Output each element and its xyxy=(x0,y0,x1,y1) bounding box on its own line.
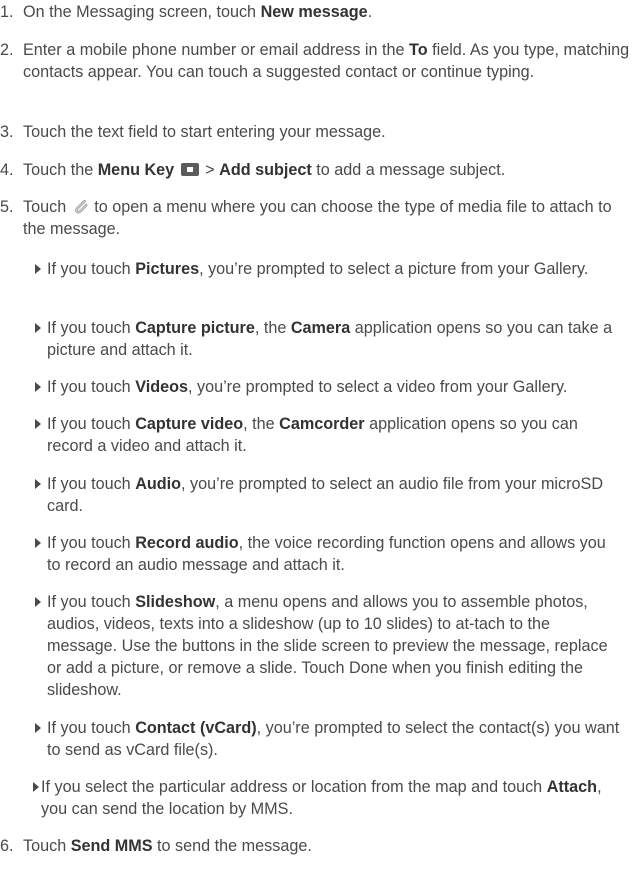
bullet-videos: If you touch Videos, you’re prompted to … xyxy=(0,376,620,398)
bullet-audio: If you touch Audio, you’re prompted to s… xyxy=(0,473,620,517)
pictures-label: Pictures xyxy=(135,260,200,278)
new-message-label: New message xyxy=(260,3,368,21)
bullet-text: If you touch Audio, you’re prompted to s… xyxy=(47,475,604,515)
attach-label: Attach xyxy=(546,778,598,796)
bullet-record-audio: If you touch Record audio, the voice rec… xyxy=(0,532,620,576)
step-1: 1. On the Messaging screen, touch New me… xyxy=(0,1,634,23)
step-number: 1. xyxy=(0,3,14,21)
bullet-text: If you touch Pictures, you’re prompted t… xyxy=(47,260,589,278)
bullet-arrow-icon xyxy=(35,264,41,274)
step-2: 2. Enter a mobile phone number or email … xyxy=(0,39,634,83)
bullet-capture-picture: If you touch Capture picture, the Camera… xyxy=(0,317,620,361)
bullet-arrow-icon xyxy=(35,382,41,392)
bullet-arrow-icon xyxy=(35,538,41,548)
step-text: Touch Send MMS to send the message. xyxy=(23,837,312,855)
bullet-arrow-icon xyxy=(35,597,41,607)
send-mms-label: Send MMS xyxy=(70,837,153,855)
bullet-arrow-icon xyxy=(33,782,39,792)
step-number: 6. xyxy=(0,837,14,855)
slideshow-label: Slideshow xyxy=(135,593,216,611)
step-text: Enter a mobile phone number or email add… xyxy=(23,41,630,81)
step-5: 5. Touch to open a menu where you can ch… xyxy=(0,196,634,240)
bullet-arrow-icon xyxy=(35,419,41,429)
camcorder-label: Camcorder xyxy=(279,415,365,433)
bullet-capture-video: If you touch Capture video, the Camcorde… xyxy=(0,413,620,457)
step-4: 4. Touch the Menu Key > Add subject to a… xyxy=(0,159,634,181)
add-subject-label: Add subject xyxy=(219,161,312,179)
bullet-contact-vcard: If you touch Contact (vCard), you’re pro… xyxy=(0,717,620,761)
bullet-slideshow: If you touch Slideshow, a menu opens and… xyxy=(0,591,620,701)
bullet-pictures: If you touch Pictures, you’re prompted t… xyxy=(0,258,620,280)
step-text: Touch to open a menu where you can choos… xyxy=(23,198,612,238)
contact-vcard-label: Contact (vCard) xyxy=(135,719,257,737)
step-6: 6. Touch Send MMS to send the message. xyxy=(0,835,634,857)
videos-label: Videos xyxy=(135,378,188,396)
step-number: 4. xyxy=(0,161,14,179)
step-text: Touch the text field to start entering y… xyxy=(23,123,386,141)
step-number: 3. xyxy=(0,123,14,141)
paperclip-icon xyxy=(74,199,88,214)
bullet-arrow-icon xyxy=(35,723,41,733)
bullet-text: If you touch Contact (vCard), you’re pro… xyxy=(47,719,620,759)
menu-key-icon xyxy=(180,163,199,176)
to-field-label: To xyxy=(409,41,428,59)
instruction-page: 1. On the Messaging screen, touch New me… xyxy=(0,0,638,877)
menu-key-label: Menu Key xyxy=(97,161,175,179)
bullet-text: If you touch Record audio, the voice rec… xyxy=(47,534,606,574)
step-text: On the Messaging screen, touch New messa… xyxy=(23,3,373,21)
record-audio-label: Record audio xyxy=(135,534,239,552)
bullet-text: If you touch Slideshow, a menu opens and… xyxy=(47,593,608,699)
bullet-location: If you select the particular address or … xyxy=(0,776,620,820)
capture-video-label: Capture video xyxy=(135,415,244,433)
capture-picture-label: Capture picture xyxy=(135,319,255,337)
camera-label: Camera xyxy=(290,319,351,337)
bullet-arrow-icon xyxy=(35,323,41,333)
step-text: Touch the Menu Key > Add subject to add … xyxy=(23,161,506,179)
step-3: 3. Touch the text field to start enterin… xyxy=(0,121,634,143)
step-number: 2. xyxy=(0,41,14,59)
step-number: 5. xyxy=(0,198,14,216)
audio-label: Audio xyxy=(135,475,182,493)
bullet-text: If you touch Capture picture, the Camera… xyxy=(47,319,613,359)
bullet-arrow-icon xyxy=(35,479,41,489)
bullet-text: If you touch Videos, you’re prompted to … xyxy=(47,378,568,396)
bullet-text: If you select the particular address or … xyxy=(41,778,602,818)
bullet-text: If you touch Capture video, the Camcorde… xyxy=(47,415,578,455)
